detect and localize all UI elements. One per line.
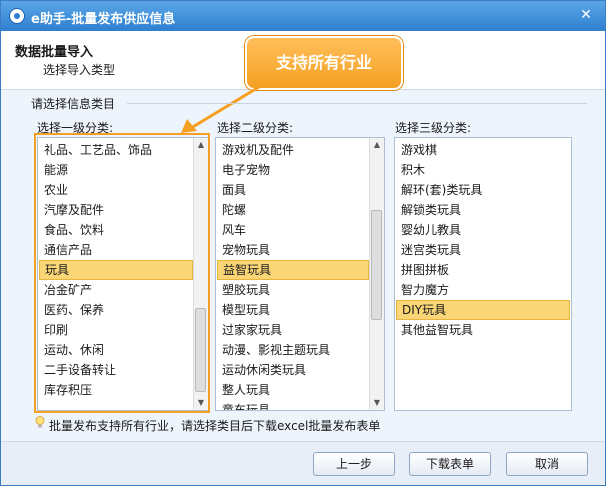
list-item[interactable]: 婴幼儿教具 <box>395 220 571 240</box>
prev-button[interactable]: 上一步 <box>313 452 395 476</box>
level2-listbox[interactable]: 游戏机及配件 电子宠物 面具 陀螺 风车 宠物玩具 益智玩具 塑胶玩具 模型玩具 过家家玩具 动漫、… <box>215 137 385 411</box>
list-item[interactable]: 益智玩具 <box>217 260 369 280</box>
list-item[interactable]: 解环(套)类玩具 <box>395 180 571 200</box>
list-item[interactable]: 游戏机及配件 <box>216 140 369 160</box>
scroll-up-icon[interactable]: ▲ <box>370 138 384 152</box>
app-icon <box>9 8 25 24</box>
footer-bar: 上一步 下载表单 取消 <box>1 441 605 485</box>
scroll-down-icon[interactable]: ▼ <box>370 396 384 410</box>
list-item[interactable]: 过家家玩具 <box>216 320 369 340</box>
level3-listbox[interactable]: 游戏棋 积木 解环(套)类玩具 解锁类玩具 婴幼儿教具 迷宫类玩具 拼图拼板 智力魔方 DIY玩… <box>394 137 572 411</box>
level2-scrollbar[interactable]: ▲ ▼ <box>369 138 384 410</box>
close-icon[interactable]: ✕ <box>577 6 595 24</box>
list-item[interactable]: 拼图拼板 <box>395 260 571 280</box>
list-item[interactable]: 塑胶玩具 <box>216 280 369 300</box>
title-bar[interactable]: e助手-批量发布供应信息 ✕ <box>1 1 605 31</box>
group-label: 请选择信息类目 <box>31 97 116 111</box>
level2-label: 选择二级分类: <box>217 121 294 135</box>
header-subtitle: 选择导入类型 <box>43 63 116 77</box>
list-item[interactable]: 宠物玩具 <box>216 240 369 260</box>
highlight-frame <box>34 133 210 413</box>
group-divider <box>127 103 587 104</box>
list-item[interactable]: 陀螺 <box>216 200 369 220</box>
download-form-button[interactable]: 下载表单 <box>409 452 491 476</box>
lightbulb-icon <box>35 416 45 428</box>
list-item[interactable]: 面具 <box>216 180 369 200</box>
list-item[interactable]: 运动休闲类玩具 <box>216 360 369 380</box>
level3-label: 选择三级分类: <box>395 121 472 135</box>
list-item[interactable]: 电子宠物 <box>216 160 369 180</box>
list-item[interactable]: 智力魔方 <box>395 280 571 300</box>
cancel-button[interactable]: 取消 <box>506 452 588 476</box>
header-title: 数据批量导入 <box>15 45 94 60</box>
list-item[interactable]: 解锁类玩具 <box>395 200 571 220</box>
callout-bubble: 支持所有行业 <box>245 36 403 90</box>
tip-text: 批量发布支持所有行业，请选择类目后下载excel批量发布表单 <box>49 419 381 433</box>
list-item[interactable]: 模型玩具 <box>216 300 369 320</box>
list-item[interactable]: 其他益智玩具 <box>395 320 571 340</box>
list-item[interactable]: 游戏棋 <box>395 140 571 160</box>
list-item[interactable]: 风车 <box>216 220 369 240</box>
list-item[interactable]: DIY玩具 <box>396 300 570 320</box>
list-item[interactable]: 童车玩具 <box>216 400 369 410</box>
window-title: e助手-批量发布供应信息 <box>31 12 176 27</box>
list-item[interactable]: 动漫、影视主题玩具 <box>216 340 369 360</box>
scroll-thumb[interactable] <box>371 210 382 320</box>
list-item[interactable]: 整人玩具 <box>216 380 369 400</box>
list-item[interactable]: 迷宫类玩具 <box>395 240 571 260</box>
list-item[interactable]: 积木 <box>395 160 571 180</box>
dialog-window: e助手-批量发布供应信息 ✕ 数据批量导入 选择导入类型 支持所有行业 请选择信… <box>0 0 606 486</box>
